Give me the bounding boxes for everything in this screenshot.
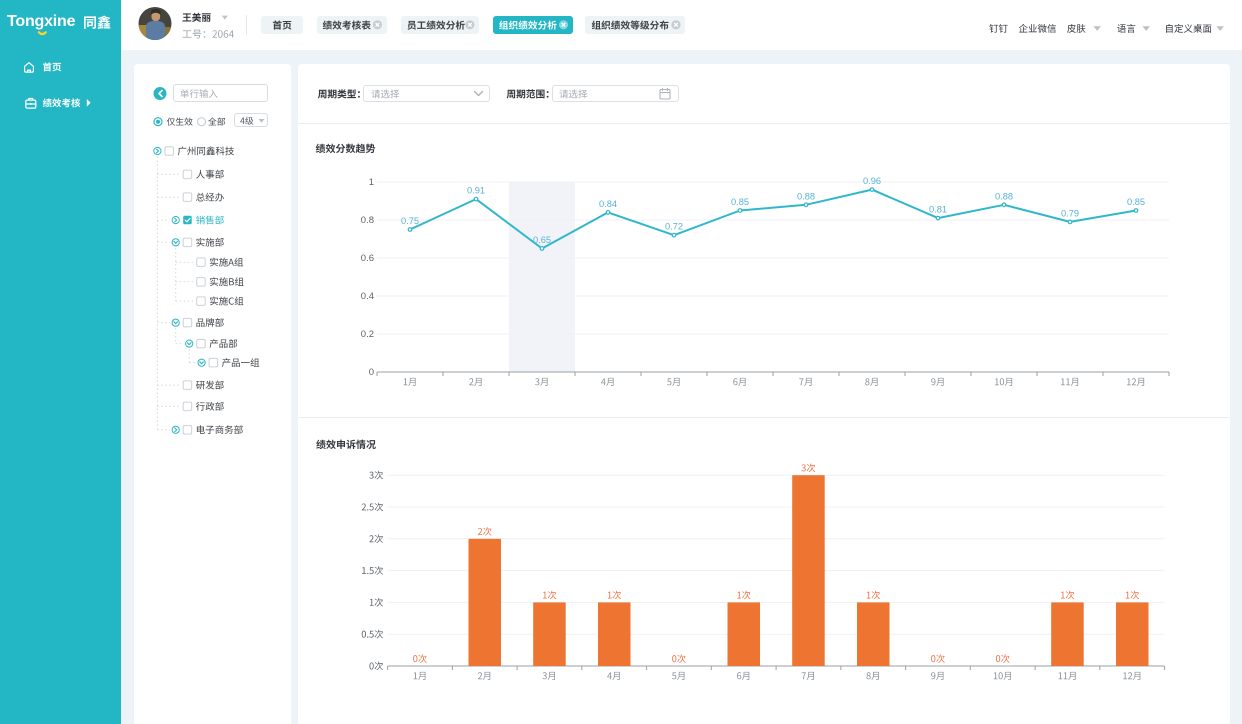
svg-text:0.75: 0.75 [401,216,419,226]
svg-text:0: 0 [369,367,374,378]
svg-text:0.85: 0.85 [731,197,749,207]
svg-text:0.6: 0.6 [361,253,374,264]
svg-text:0.65: 0.65 [533,235,551,245]
svg-text:1: 1 [369,177,374,188]
svg-text:0.2: 0.2 [361,329,374,340]
svg-text:0.81: 0.81 [929,205,947,215]
svg-text:0.96: 0.96 [863,176,881,186]
svg-text:0.72: 0.72 [665,222,683,232]
svg-text:0.79: 0.79 [1061,208,1079,218]
svg-text:0.85: 0.85 [1127,197,1145,207]
svg-text:0.84: 0.84 [599,199,617,209]
svg-text:0.88: 0.88 [797,191,815,201]
svg-text:0.88: 0.88 [995,191,1013,201]
svg-text:0.91: 0.91 [467,186,485,196]
svg-text:0.4: 0.4 [361,291,374,302]
svg-text:0.8: 0.8 [361,215,374,226]
